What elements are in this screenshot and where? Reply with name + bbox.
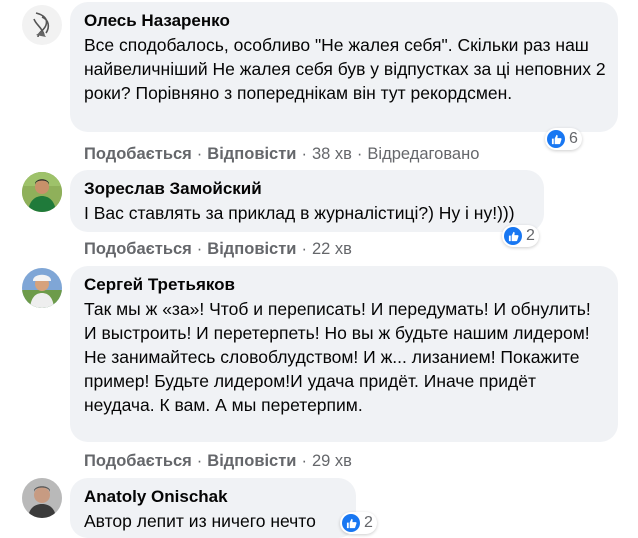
comment-actions: Подобається · Відповісти · 22 хв — [84, 240, 352, 259]
comment-author[interactable]: Anatoly Onischak — [84, 486, 344, 507]
avatar[interactable] — [22, 5, 62, 45]
separator: · — [301, 452, 307, 470]
timestamp[interactable]: 29 хв — [312, 452, 352, 471]
like-button[interactable]: Подобається — [84, 145, 192, 164]
person-avatar-icon — [22, 172, 62, 212]
separator: · — [356, 145, 363, 163]
like-icon — [547, 130, 565, 148]
comment-text: Автор лепит из ничего нечто — [84, 511, 316, 531]
person-avatar-icon — [22, 478, 62, 518]
like-icon — [342, 514, 360, 532]
timestamp[interactable]: 22 хв — [312, 240, 352, 259]
comment-actions: Подобається · Відповісти · 38 хв · Відре… — [84, 145, 479, 164]
avatar[interactable] — [22, 478, 62, 518]
timestamp[interactable]: 38 хв — [312, 145, 352, 164]
reply-button[interactable]: Відповісти — [207, 145, 296, 164]
comment-author[interactable]: Сергей Третьяков — [84, 274, 606, 295]
separator: · — [196, 452, 203, 470]
reaction-count[interactable]: 6 — [545, 128, 582, 150]
comment-bubble: Anatoly Onischak Автор лепит из ничего н… — [70, 478, 356, 538]
like-icon — [504, 227, 522, 245]
comment-actions: Подобається · Відповісти · 29 хв — [84, 452, 352, 471]
logo-avatar-icon — [22, 5, 62, 45]
comment-author[interactable]: Зореслав Замойский — [84, 178, 532, 199]
avatar[interactable] — [22, 268, 62, 308]
comment-bubble: Олесь Назаренко Все сподобалось, особлив… — [70, 2, 618, 132]
separator: · — [301, 145, 307, 163]
comment-text: Все сподобалось, особливо "Не жалея себя… — [84, 35, 606, 103]
like-button[interactable]: Подобається — [84, 240, 192, 259]
reaction-number: 2 — [526, 227, 535, 244]
reaction-number: 2 — [364, 514, 373, 531]
avatar[interactable] — [22, 172, 62, 212]
comment-text: І Вас ставлять за приклад в журналістиці… — [84, 203, 515, 223]
reaction-number: 6 — [569, 130, 578, 147]
comment-bubble: Сергей Третьяков Так мы ж «за»! Чтоб и п… — [70, 266, 618, 442]
comment-text: Так мы ж «за»! Чтоб и переписать! И пере… — [84, 299, 591, 415]
comment-bubble: Зореслав Замойский І Вас ставлять за при… — [70, 170, 544, 232]
reaction-count[interactable]: 2 — [502, 225, 539, 247]
separator: · — [196, 240, 203, 258]
like-button[interactable]: Подобається — [84, 452, 192, 471]
reaction-count[interactable]: 2 — [340, 512, 377, 534]
reply-button[interactable]: Відповісти — [207, 240, 296, 259]
separator: · — [196, 145, 203, 163]
comment-author[interactable]: Олесь Назаренко — [84, 10, 606, 31]
edited-label[interactable]: Відредаговано — [367, 145, 479, 164]
separator: · — [301, 240, 307, 258]
person-avatar-icon — [22, 268, 62, 308]
reply-button[interactable]: Відповісти — [207, 452, 296, 471]
